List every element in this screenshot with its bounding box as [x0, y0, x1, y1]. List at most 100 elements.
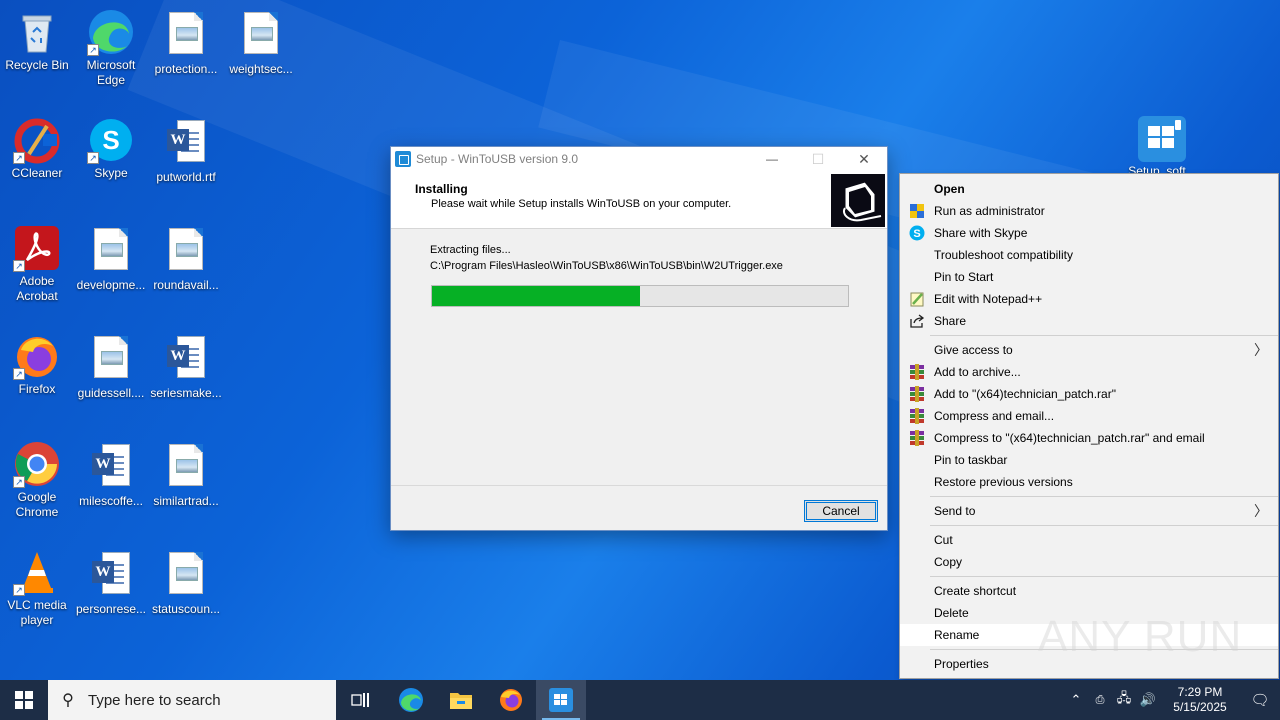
desktop-icon-label: weightsec...: [229, 62, 293, 76]
tray-device-icon[interactable]: ⎙: [1088, 694, 1112, 707]
menu-item-label: Pin to Start: [934, 270, 994, 284]
close-button[interactable]: ✕: [841, 147, 887, 171]
taskbar-wintousb-setup[interactable]: [536, 680, 586, 720]
window-titlebar[interactable]: Setup - WinToUSB version 9.0 — ☐ ✕: [391, 147, 887, 171]
menu-item-add-to-x64-technician-patch-rar[interactable]: Add to "(x64)technician_patch.rar": [900, 383, 1278, 405]
desktop-icon-similartrad-file[interactable]: similartrad...: [148, 440, 224, 509]
taskbar-search-box[interactable]: ⚲ Type here to search: [48, 680, 336, 720]
desktop-icon-weightsec-file[interactable]: weightsec...: [223, 8, 299, 77]
file-explorer-icon: [450, 693, 472, 709]
desktop-icon-putworld-file[interactable]: W putworld.rtf: [148, 116, 224, 185]
winrar-icon: [909, 408, 925, 424]
cancel-button[interactable]: Cancel: [804, 500, 878, 522]
desktop-icon-ccleaner[interactable]: ↗ CCleaner: [0, 116, 75, 181]
install-progress-bar: [431, 285, 849, 307]
desktop-icon-label: Recycle Bin: [5, 58, 69, 72]
desktop-icon-milescoffe-file[interactable]: W milescoffe...: [73, 440, 149, 509]
shortcut-arrow-icon: ↗: [13, 260, 25, 272]
desktop-icon-google-chrome[interactable]: ↗ Google Chrome: [0, 440, 75, 520]
taskbar-file-explorer[interactable]: [436, 680, 486, 720]
desktop-icon-firefox[interactable]: ↗ Firefox: [0, 332, 75, 397]
desktop-icon-skype[interactable]: S ↗ Skype: [73, 116, 149, 181]
network-icon[interactable]: 🖧: [1112, 689, 1136, 711]
menu-item-label: Restore previous versions: [934, 475, 1073, 489]
menu-item-pin-to-start[interactable]: Pin to Start: [900, 266, 1278, 288]
menu-item-open[interactable]: Open: [900, 178, 1278, 200]
desktop-icon-guidessell-file[interactable]: guidessell....: [73, 332, 149, 401]
menu-item-create-shortcut[interactable]: Create shortcut: [900, 580, 1278, 602]
taskbar-edge[interactable]: [386, 680, 436, 720]
desktop-icon-label: statuscoun...: [151, 602, 221, 616]
menu-item-label: Cut: [934, 533, 953, 547]
minimize-button[interactable]: —: [749, 147, 795, 171]
image-file-icon: [237, 12, 285, 60]
volume-icon[interactable]: 🔊: [1136, 692, 1160, 708]
desktop-icon-protection-file[interactable]: protection...: [148, 8, 224, 77]
desktop-icon-setup-file[interactable]: Setup_soft...: [1124, 114, 1200, 179]
taskbar-clock[interactable]: 7:29 PM 5/15/2025: [1160, 685, 1240, 715]
image-file-icon: [87, 228, 135, 276]
menu-item-edit-with-notepad[interactable]: Edit with Notepad++: [900, 288, 1278, 310]
edge-icon: ↗: [87, 8, 135, 56]
share-icon: [909, 313, 925, 329]
desktop-icon-label: protection...: [154, 62, 218, 76]
task-view-button[interactable]: [336, 680, 386, 720]
desktop-icon-label: personrese...: [75, 602, 147, 616]
ccleaner-icon: ↗: [13, 116, 61, 164]
winrar-icon: [909, 364, 925, 380]
status-text: Extracting files...: [430, 244, 511, 256]
menu-item-label: Send to: [934, 504, 976, 518]
desktop-icon-microsoft-edge[interactable]: ↗ Microsoft Edge: [73, 8, 149, 88]
menu-item-label: Pin to taskbar: [934, 453, 1008, 467]
desktop-icon-label: Microsoft Edge: [86, 58, 136, 87]
desktop-icon-label: CCleaner: [11, 166, 63, 180]
menu-item-compress-to-x64-technician-patch-rar-and-email[interactable]: Compress to "(x64)technician_patch.rar" …: [900, 427, 1278, 449]
svg-text:S: S: [102, 125, 119, 155]
menu-item-label: Run as administrator: [934, 204, 1045, 218]
notification-center-icon[interactable]: 🗨: [1240, 691, 1280, 709]
current-file-path: C:\Program Files\Hasleo\WinToUSB\x86\Win…: [430, 260, 783, 272]
wintousb-setup-icon: [549, 688, 573, 712]
menu-item-pin-to-taskbar[interactable]: Pin to taskbar: [900, 449, 1278, 471]
menu-item-share-with-skype[interactable]: S Share with Skype: [900, 222, 1278, 244]
notepadpp-icon: [909, 291, 925, 307]
desktop-icon-development-file[interactable]: developme...: [73, 224, 149, 293]
menu-item-give-access-to[interactable]: Give access to 〉: [900, 339, 1278, 361]
menu-item-restore-previous-versions[interactable]: Restore previous versions: [900, 471, 1278, 493]
menu-item-add-to-archive[interactable]: Add to archive...: [900, 361, 1278, 383]
taskbar-firefox[interactable]: [486, 680, 536, 720]
menu-item-troubleshoot-compatibility[interactable]: Troubleshoot compatibility: [900, 244, 1278, 266]
desktop-icon-statuscoun-file[interactable]: statuscoun...: [148, 548, 224, 617]
desktop-icon-vlc[interactable]: ↗ VLC media player: [0, 548, 75, 628]
chrome-icon: ↗: [13, 440, 61, 488]
menu-item-label: Copy: [934, 555, 963, 569]
menu-item-label: Properties: [934, 657, 989, 671]
image-file-icon: [162, 552, 210, 600]
menu-item-run-as-administrator[interactable]: Run as administrator: [900, 200, 1278, 222]
desktop-icon-label: similartrad...: [153, 494, 219, 508]
tray-overflow-chevron-icon[interactable]: ⌃: [1064, 692, 1088, 708]
menu-item-cut[interactable]: Cut: [900, 529, 1278, 551]
menu-item-label: Edit with Notepad++: [934, 292, 1043, 306]
desktop-icon-personrese-file[interactable]: W personrese...: [73, 548, 149, 617]
desktop-icon-label: Google Chrome: [15, 490, 59, 519]
menu-item-label: Compress to "(x64)technician_patch.rar" …: [934, 431, 1205, 445]
start-button[interactable]: [0, 680, 48, 720]
desktop-icon-adobe-acrobat[interactable]: ↗ Adobe Acrobat: [0, 224, 75, 304]
desktop-icon-seriesmake-file[interactable]: W seriesmake...: [148, 332, 224, 401]
image-file-icon: [162, 444, 210, 492]
desktop-icon-label: putworld.rtf: [156, 170, 216, 184]
menu-item-share[interactable]: Share: [900, 310, 1278, 332]
setup-subheading: Please wait while Setup installs WinToUS…: [431, 198, 732, 210]
menu-item-compress-and-email[interactable]: Compress and email...: [900, 405, 1278, 427]
shortcut-arrow-icon: ↗: [13, 152, 25, 164]
setup-window: Setup - WinToUSB version 9.0 — ☐ ✕ Insta…: [390, 146, 888, 531]
desktop-icon-roundavail-file[interactable]: roundavail...: [148, 224, 224, 293]
menu-item-copy[interactable]: Copy: [900, 551, 1278, 573]
windows-logo-icon: [15, 691, 33, 709]
desktop-icon-recycle-bin[interactable]: Recycle Bin: [0, 8, 75, 73]
uac-shield-icon: [909, 203, 925, 219]
search-placeholder: Type here to search: [88, 691, 221, 709]
menu-item-send-to[interactable]: Send to 〉: [900, 500, 1278, 522]
image-file-icon: [87, 336, 135, 384]
